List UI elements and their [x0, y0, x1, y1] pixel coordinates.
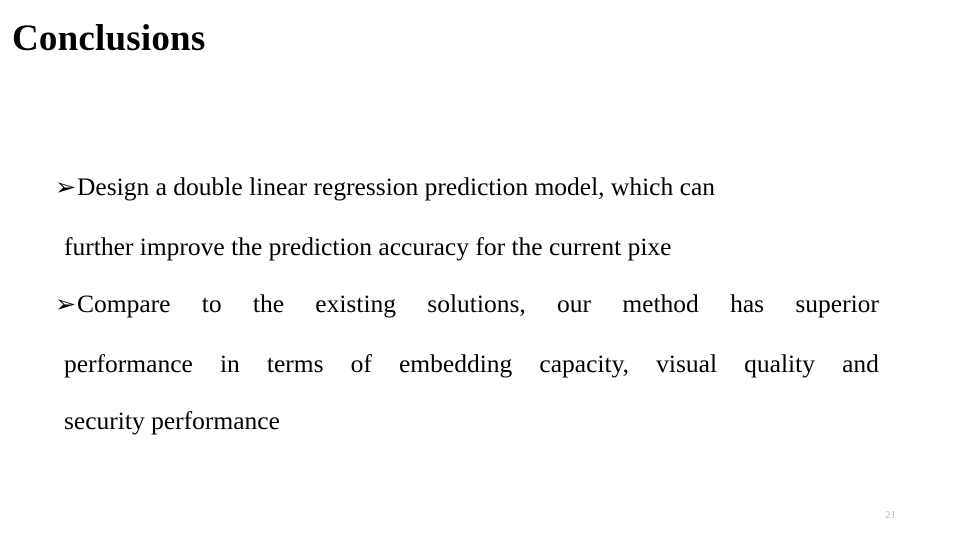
bullet-line-2: ➢ Compare to the existing solutions, our…	[55, 275, 879, 335]
bullet-1-line-2-text: further improve the prediction accuracy …	[64, 231, 672, 261]
word: embedding	[398, 348, 513, 378]
bullet-2-line-2-text: performance in terms of embedding capaci…	[55, 335, 879, 393]
arrow-bullet-icon: ➢	[55, 292, 77, 318]
word: and	[842, 348, 879, 378]
word: capacity,	[539, 348, 630, 378]
bullet-2-line-1-text: Compare to the existing solutions, our m…	[77, 275, 879, 333]
bullet-1-line-1-text: Design a double linear regression predic…	[77, 172, 716, 201]
arrow-bullet-icon: ➢	[55, 175, 77, 201]
word: solutions,	[427, 289, 526, 318]
word: visual	[656, 348, 718, 378]
word: our	[557, 289, 592, 318]
bullet-line-1: ➢Design a double linear regression predi…	[55, 158, 879, 218]
bullet-2-line-3-text: security performance	[64, 406, 280, 435]
word: Compare	[77, 289, 171, 318]
word: performance	[64, 348, 193, 378]
presentation-slide: Conclusions ➢Design a double linear regr…	[0, 0, 960, 540]
word: has	[730, 289, 765, 318]
slide-body: ➢Design a double linear regression predi…	[55, 158, 879, 450]
word: terms	[266, 348, 324, 378]
word: in	[219, 348, 240, 378]
word: to	[201, 289, 222, 318]
bullet-item-2: ➢ Compare to the existing solutions, our…	[55, 275, 879, 450]
word: method	[622, 289, 699, 318]
word: superior	[795, 289, 879, 318]
bullet-item-1: ➢Design a double linear regression predi…	[55, 158, 879, 275]
page-number: 21	[885, 509, 896, 521]
word: quality	[744, 348, 815, 378]
word: the	[252, 289, 285, 318]
word: existing	[315, 289, 397, 318]
word: of	[350, 348, 372, 378]
slide-title: Conclusions	[12, 18, 206, 59]
